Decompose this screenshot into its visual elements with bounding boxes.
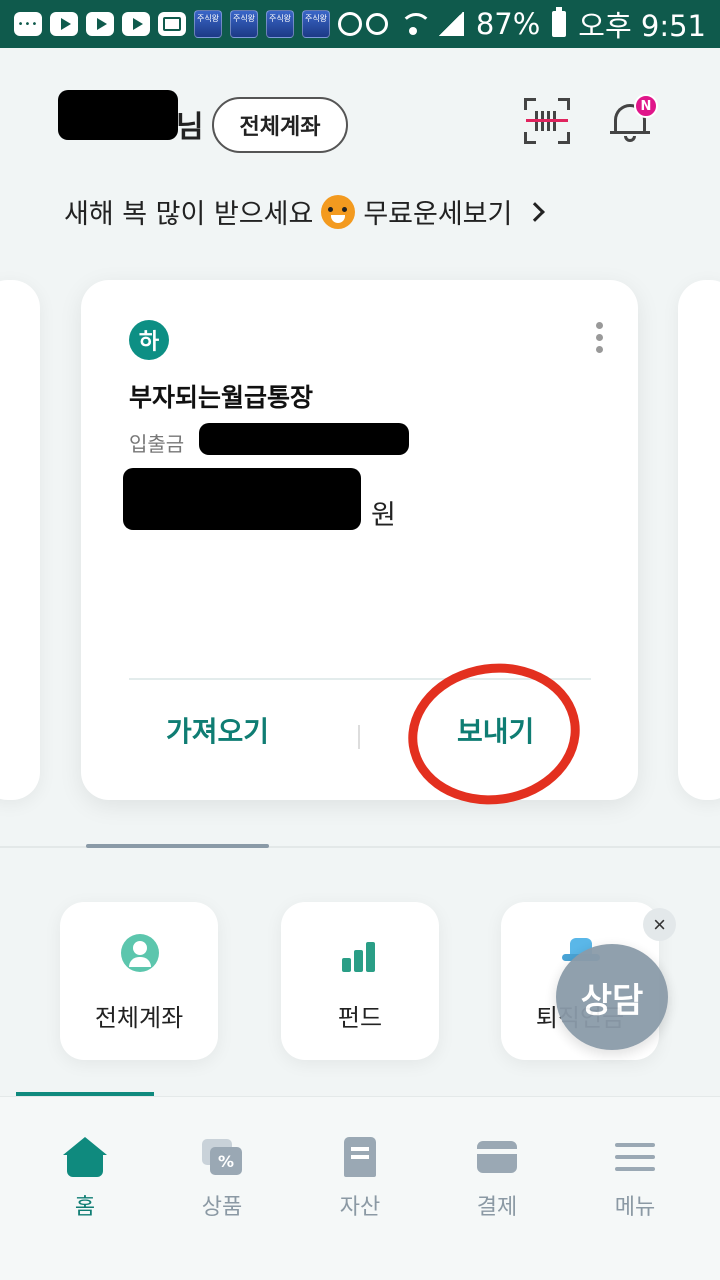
youtube-icon	[50, 12, 78, 36]
balance-currency: 원	[371, 500, 396, 531]
sync-icon	[338, 12, 362, 36]
user-name-suffix: 님	[176, 110, 204, 145]
message-icon	[14, 12, 42, 36]
notification-badge: N	[634, 94, 658, 118]
nav-item-assets[interactable]: 자산	[300, 1137, 420, 1221]
bottom-navigation: 홈 상품 자산 결제 메뉴	[0, 1096, 720, 1280]
tile-label: 전체계좌	[94, 1004, 184, 1032]
all-accounts-button[interactable]: 전체계좌	[212, 97, 348, 153]
next-account-card[interactable]	[678, 280, 720, 800]
tiger-icon	[321, 194, 356, 229]
redacted-account-number	[199, 423, 409, 455]
asset-icon	[338, 1137, 382, 1177]
redacted-balance	[123, 468, 361, 530]
status-bar: 주식왕 주식왕 주식왕 주식왕 87% 오후 9:51	[0, 0, 720, 48]
nav-label: 상품	[201, 1195, 243, 1220]
banner-link-text: 무료운세보기	[363, 199, 513, 230]
nav-label: 자산	[339, 1195, 381, 1220]
nav-item-menu[interactable]: 메뉴	[575, 1137, 695, 1221]
fund-chart-icon	[342, 934, 380, 972]
alarm-icon	[365, 13, 388, 35]
card-icon	[475, 1137, 519, 1177]
signal-icon	[437, 12, 464, 36]
product-icon	[200, 1137, 244, 1177]
battery-percent: 87%	[475, 7, 541, 41]
fortune-banner[interactable]: 새해 복 많이 받으세요 무료운세보기	[64, 192, 546, 231]
tile-fund[interactable]: 펀드	[281, 902, 439, 1060]
previous-account-card[interactable]	[0, 280, 40, 800]
notification-bell-icon[interactable]: N	[610, 94, 658, 144]
stock-app-icon: 주식왕	[302, 10, 330, 38]
nav-item-payment[interactable]: 결제	[437, 1137, 557, 1221]
fetch-money-button[interactable]: 가져오기	[166, 710, 269, 750]
status-system-icons: 87% 오후 9:51	[365, 3, 706, 45]
close-icon[interactable]: ×	[643, 908, 676, 941]
account-type: 입출금	[129, 432, 185, 456]
more-options-icon[interactable]	[591, 322, 607, 358]
nav-item-products[interactable]: 상품	[162, 1137, 282, 1221]
account-name: 부자되는월급통장	[129, 383, 314, 412]
home-icon	[63, 1137, 107, 1177]
stock-app-icon: 주식왕	[230, 10, 258, 38]
battery-icon	[552, 7, 567, 37]
nav-label: 홈	[74, 1195, 96, 1220]
stock-app-icon: 주식왕	[194, 10, 222, 38]
youtube-icon	[122, 12, 150, 36]
bank-logo-icon: 하	[129, 320, 169, 360]
nav-label: 메뉴	[614, 1195, 656, 1220]
banner-greeting: 새해 복 많이 받으세요	[64, 199, 314, 230]
nav-item-home[interactable]: 홈	[25, 1137, 145, 1221]
nav-label: 결제	[476, 1195, 518, 1220]
redacted-user-name	[58, 90, 178, 140]
menu-icon	[613, 1137, 657, 1177]
carousel-indicator	[86, 844, 269, 848]
button-separator	[358, 725, 360, 749]
gallery-icon	[158, 12, 186, 36]
stock-app-icon: 주식왕	[266, 10, 294, 38]
barcode-scan-icon[interactable]	[524, 98, 570, 144]
clock: 오후 9:51	[578, 9, 706, 43]
tile-label: 펀드	[337, 1004, 383, 1032]
youtube-icon	[86, 12, 114, 36]
tile-all-accounts[interactable]: 전체계좌	[60, 902, 218, 1060]
chevron-right-icon	[525, 201, 546, 222]
consultation-chat-button[interactable]: 상담	[556, 944, 668, 1050]
status-notification-icons: 주식왕 주식왕 주식왕 주식왕	[14, 10, 362, 38]
wifi-icon	[399, 13, 432, 35]
person-icon	[121, 934, 159, 972]
